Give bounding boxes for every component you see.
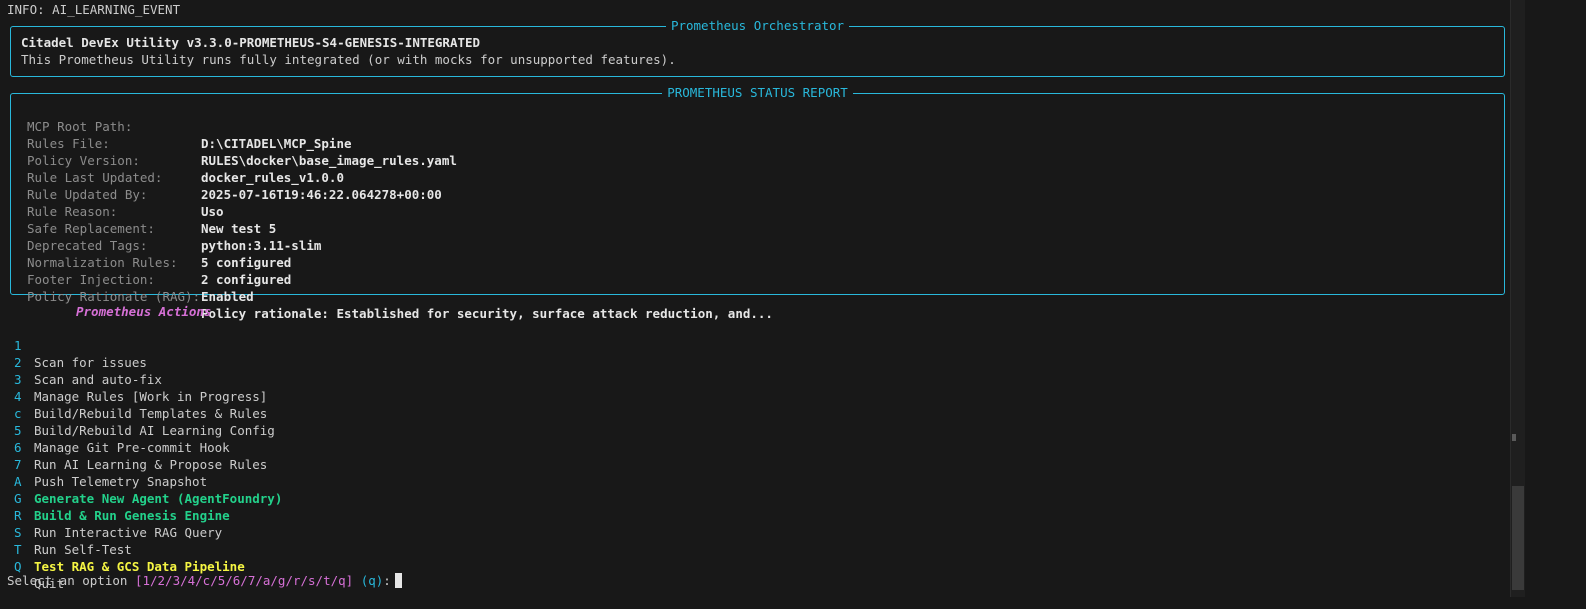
menu-item-telemetry[interactable]: 7 Push Telemetry Snapshot — [14, 439, 207, 489]
status-row-rule-last-updated: Rule Last Updated: 2025-07-16T19:46:22.0… — [27, 152, 442, 202]
menu-item-label: Run Self-Test — [34, 542, 132, 557]
menu-item-label: Scan for issues — [34, 355, 147, 370]
status-value: Uso — [201, 204, 224, 219]
status-value: 2025-07-16T19:46:22.064278+00:00 — [201, 187, 442, 202]
status-row-deprecated-tags: Deprecated Tags: 5 configured — [27, 220, 291, 270]
status-row-rule-reason: Rule Reason: New test 5 — [27, 186, 276, 236]
actions-menu-title: Prometheus Actions — [76, 304, 212, 319]
menu-item-generate-agent[interactable]: A Generate New Agent (AgentFoundry) — [14, 456, 282, 506]
menu-item-genesis-engine[interactable]: G Build & Run Genesis Engine — [14, 473, 230, 523]
info-line: INFO: AI_LEARNING_EVENT — [7, 2, 181, 17]
status-value: Policy rationale: Established for securi… — [201, 306, 773, 321]
scrollbar-marker — [1512, 434, 1516, 441]
menu-item-self-test[interactable]: S Run Self-Test — [14, 507, 132, 557]
utility-heading: Citadel DevEx Utility v3.3.0-PROMETHEUS-… — [21, 35, 481, 50]
menu-item-test-pipeline[interactable]: T Test RAG & GCS Data Pipeline — [14, 524, 245, 574]
status-row-safe-replacement: Safe Replacement: python:3.11-slim — [27, 203, 321, 253]
menu-item-scan-autofix[interactable]: 2 Scan and auto-fix — [14, 337, 162, 387]
menu-item-build-templates[interactable]: 4 Build/Rebuild Templates & Rules — [14, 371, 267, 421]
status-value: New test 5 — [201, 221, 277, 236]
prompt-default: (q) — [360, 573, 384, 588]
orchestrator-panel: Prometheus Orchestrator Citadel DevEx Ut… — [10, 18, 1505, 77]
scrollbar-thumb[interactable] — [1512, 486, 1524, 590]
menu-item-label: Run Interactive RAG Query — [34, 525, 223, 540]
prompt-text: Select an option — [7, 573, 135, 588]
menu-item-label: Scan and auto-fix — [34, 372, 162, 387]
orchestrator-panel-title: Prometheus Orchestrator — [665, 18, 850, 33]
menu-item-label: Manage Git Pre-commit Hook — [34, 440, 230, 455]
menu-item-label: Generate New Agent (AgentFoundry) — [34, 491, 283, 506]
status-value: python:3.11-slim — [201, 238, 322, 253]
status-value: docker_rules_v1.0.0 — [201, 170, 344, 185]
menu-item-scan[interactable]: 1 Scan for issues — [14, 320, 147, 370]
status-report-panel: PROMETHEUS STATUS REPORT MCP Root Path: … — [10, 85, 1505, 321]
menu-item-git-hook[interactable]: 5 Manage Git Pre-commit Hook — [14, 405, 230, 455]
status-value: 5 configured — [201, 255, 292, 270]
status-value: 2 configured — [201, 272, 292, 287]
status-row-normalization-rules: Normalization Rules: 2 configured — [27, 237, 291, 287]
status-row-policy-rationale: Policy Rationale (RAG): Policy rationale… — [27, 271, 773, 321]
status-report-title: PROMETHEUS STATUS REPORT — [662, 85, 853, 100]
menu-item-label: Build & Run Genesis Engine — [34, 508, 230, 523]
menu-item-build-ai-config[interactable]: c Build/Rebuild AI Learning Config — [14, 388, 275, 438]
menu-item-manage-rules[interactable]: 3 Manage Rules [Work in Progress] — [14, 354, 267, 404]
status-row-mcp-root: MCP Root Path: D:\CITADEL\MCP_Spine — [27, 101, 352, 151]
menu-item-label: Build/Rebuild AI Learning Config — [34, 423, 275, 438]
status-value: RULES\docker\base_image_rules.yaml — [201, 153, 457, 168]
menu-item-label: Run AI Learning & Propose Rules — [34, 457, 268, 472]
menu-item-label: Build/Rebuild Templates & Rules — [34, 406, 268, 421]
menu-item-label: Manage Rules [Work in Progress] — [34, 389, 268, 404]
status-value: D:\CITADEL\MCP_Spine — [201, 136, 352, 151]
menu-item-rag-query[interactable]: R Run Interactive RAG Query — [14, 490, 222, 540]
status-row-footer-injection: Footer Injection: Enabled — [27, 254, 254, 304]
utility-description: This Prometheus Utility runs fully integ… — [21, 52, 676, 67]
status-row-rule-updated-by: Rule Updated By: Uso — [27, 169, 224, 219]
status-row-rules-file: Rules File: RULES\docker\base_image_rule… — [27, 118, 457, 168]
option-prompt[interactable]: Select an option [1/2/3/4/c/5/6/7/a/g/r/… — [7, 572, 402, 589]
text-cursor[interactable] — [394, 573, 402, 588]
prompt-suffix: : — [383, 573, 391, 588]
status-row-policy-version: Policy Version: docker_rules_v1.0.0 — [27, 135, 344, 185]
prompt-options: [1/2/3/4/c/5/6/7/a/g/r/s/t/q] — [134, 573, 354, 588]
menu-item-quit[interactable]: Q Quit — [14, 541, 64, 591]
menu-item-label: Push Telemetry Snapshot — [34, 474, 208, 489]
menu-item-ai-learning[interactable]: 6 Run AI Learning & Propose Rules — [14, 422, 267, 472]
